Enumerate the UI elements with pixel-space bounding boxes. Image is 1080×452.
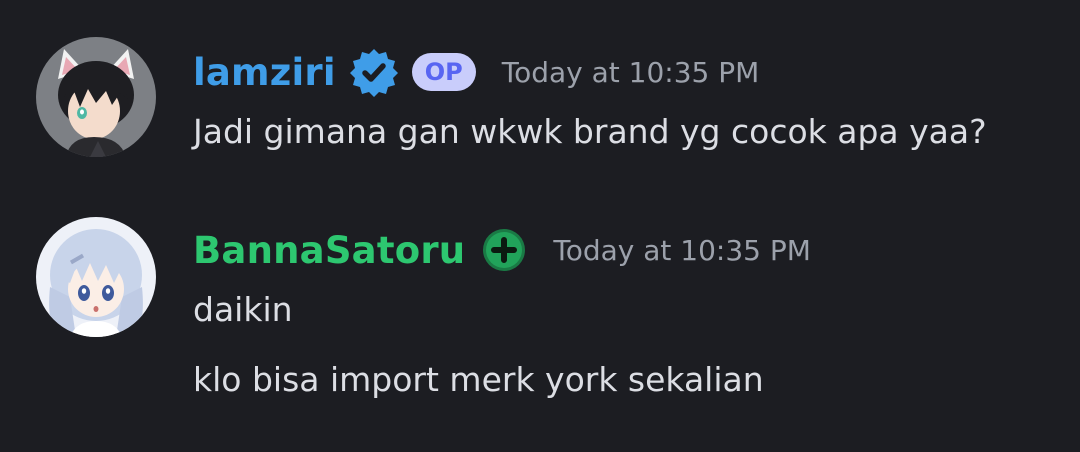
chat-area: lamziri OP Today at 10:35 PM Jadi gimana… bbox=[0, 0, 1080, 452]
avatar-image-icon bbox=[36, 217, 156, 337]
op-badge: OP bbox=[411, 53, 476, 91]
username[interactable]: lamziri bbox=[193, 51, 336, 94]
message-header: lamziri OP Today at 10:35 PM bbox=[193, 42, 759, 102]
avatar[interactable] bbox=[36, 217, 156, 337]
verified-icon[interactable] bbox=[348, 46, 400, 98]
message-content: klo bisa import merk york sekalian bbox=[193, 360, 764, 399]
plus-icon[interactable] bbox=[481, 227, 527, 273]
message-item: BannaSatoru Today at 10:35 PM daikin klo… bbox=[0, 200, 1080, 452]
username[interactable]: BannaSatoru bbox=[193, 229, 465, 272]
message-header: BannaSatoru Today at 10:35 PM bbox=[193, 220, 811, 280]
message-content: Jadi gimana gan wkwk brand yg cocok apa … bbox=[193, 112, 987, 151]
timestamp[interactable]: Today at 10:35 PM bbox=[502, 56, 760, 89]
avatar[interactable] bbox=[36, 37, 156, 157]
avatar-image-icon bbox=[36, 37, 156, 157]
message-item: lamziri OP Today at 10:35 PM Jadi gimana… bbox=[0, 0, 1080, 200]
message-content: daikin bbox=[193, 290, 293, 329]
timestamp[interactable]: Today at 10:35 PM bbox=[553, 234, 811, 267]
